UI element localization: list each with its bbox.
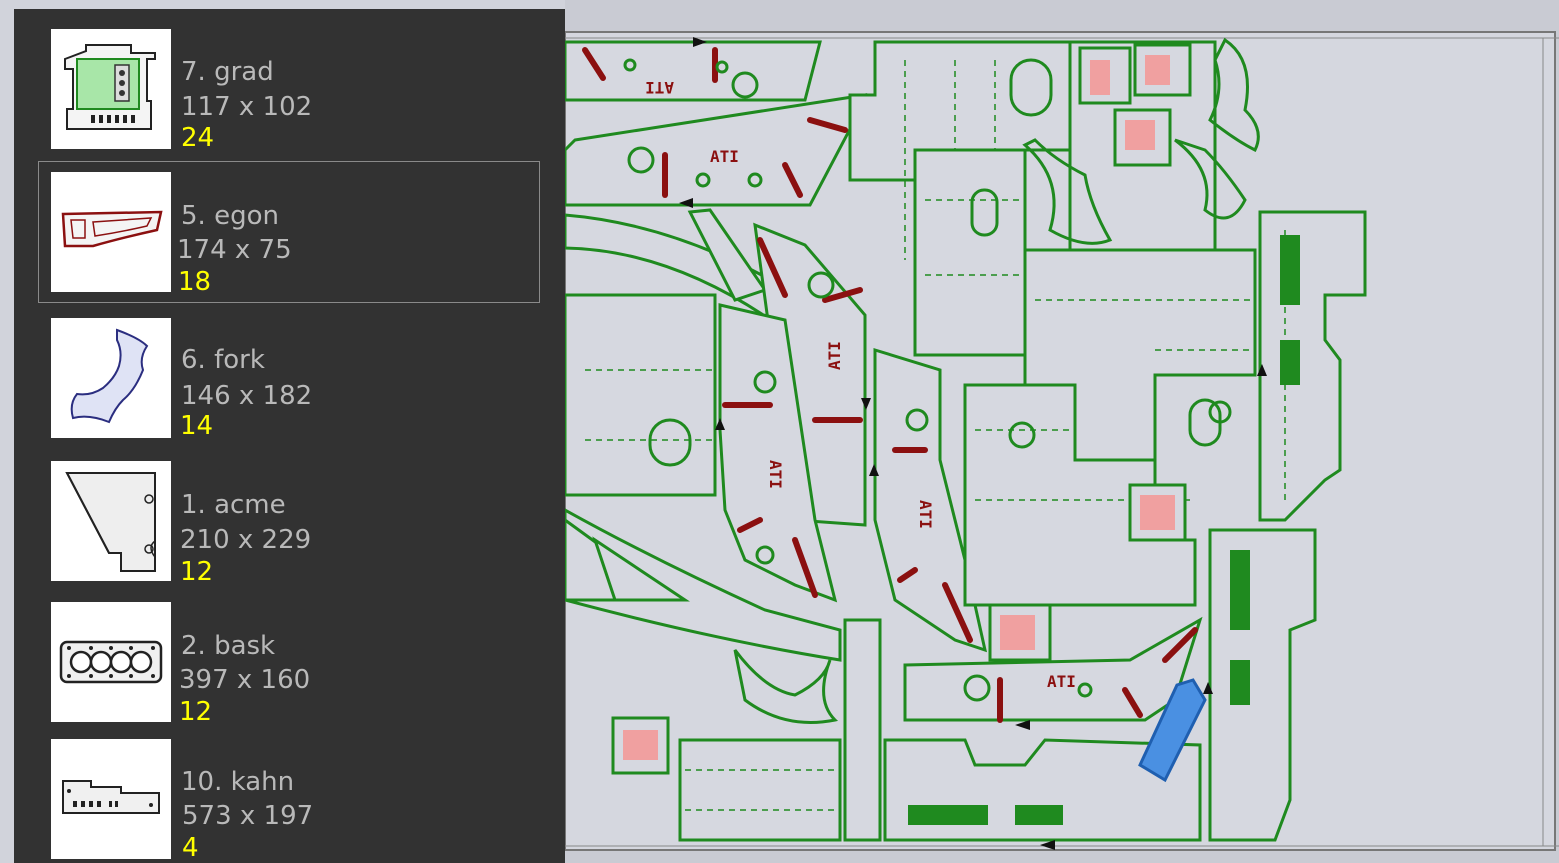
part-quantity: 24 [181, 123, 215, 153]
part-quantity: 12 [179, 697, 213, 727]
part-quantity: 14 [180, 411, 214, 441]
ati-label: ATI [710, 147, 739, 166]
left-edge-strip [0, 0, 14, 863]
part-item-fork[interactable]: 6. fork 146 x 182 14 [38, 307, 540, 449]
part-size: 146 x 182 [181, 381, 313, 411]
fork-part-thumbnail [51, 318, 171, 438]
ati-label: ATI [1047, 672, 1076, 691]
grad-part-thumbnail [51, 29, 171, 149]
egon-part-thumbnail [51, 172, 171, 292]
part-item-grad[interactable]: 7. grad 117 x 102 24 [38, 19, 540, 161]
part-item-egon[interactable]: 5. egon 174 x 75 18 [38, 161, 540, 303]
part-name: 6. fork [181, 345, 265, 375]
kahn-part-thumbnail [51, 739, 171, 859]
nesting-canvas[interactable]: ATI ATI ATI ATI ATI ATI [565, 0, 1559, 863]
part-name: 5. egon [181, 201, 279, 231]
ati-label: ATI [916, 500, 935, 529]
ati-label: ATI [825, 341, 844, 370]
nested-part [678, 738, 842, 842]
bask-part-thumbnail [51, 602, 171, 722]
part-quantity: 18 [178, 267, 212, 297]
ati-label: ATI [645, 78, 674, 97]
nesting-sheet[interactable]: ATI ATI ATI ATI ATI ATI [565, 0, 1559, 863]
part-name: 1. acme [181, 490, 286, 520]
part-name: 10. kahn [181, 767, 295, 797]
acme-part-thumbnail [51, 461, 171, 581]
part-item-acme[interactable]: 1. acme 210 x 229 12 [38, 451, 540, 593]
part-quantity: 12 [180, 557, 214, 587]
ati-label: ATI [766, 460, 785, 489]
part-name: 7. grad [181, 57, 274, 87]
part-size: 210 x 229 [180, 525, 312, 555]
part-size: 573 x 197 [182, 801, 314, 831]
part-size: 174 x 75 [177, 235, 292, 265]
part-size: 117 x 102 [181, 92, 313, 122]
nested-part [843, 618, 882, 842]
part-item-kahn[interactable]: 10. kahn 573 x 197 4 [38, 730, 540, 863]
nested-part [565, 293, 717, 497]
part-item-bask[interactable]: 2. bask 397 x 160 12 [38, 592, 540, 734]
part-name: 2. bask [181, 631, 276, 661]
parts-list-panel: 7. grad 117 x 102 24 5. egon 174 x 75 18… [14, 9, 565, 863]
nested-part [565, 40, 822, 102]
part-quantity: 4 [182, 833, 199, 863]
part-size: 397 x 160 [179, 665, 311, 695]
